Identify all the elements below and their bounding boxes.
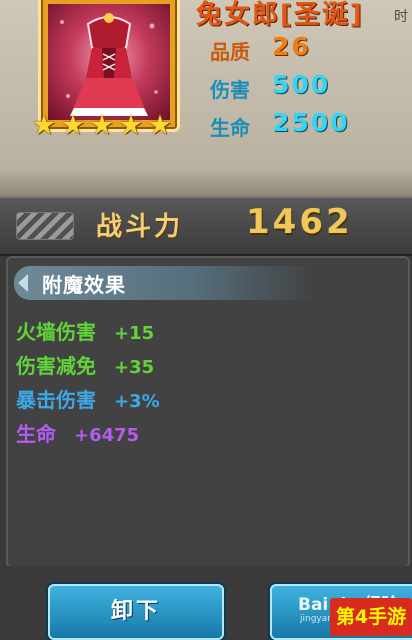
effect-value: +3% <box>114 391 160 412</box>
effect-row-crit-damage: 暴击伤害 +3% <box>16 384 160 412</box>
quality-value: 26 <box>272 32 311 61</box>
damage-value: 500 <box>272 70 331 99</box>
arrow-left-icon <box>18 274 28 292</box>
effect-value: +15 <box>114 323 155 344</box>
effect-value: +6475 <box>74 425 140 446</box>
star-icon: ★ <box>60 110 86 141</box>
star-icon: ★ <box>31 110 57 141</box>
damage-label: 伤害 <box>210 78 250 102</box>
combat-power-label: 战斗力 <box>96 212 184 242</box>
item-title: 兔女郎[圣诞] <box>196 0 364 30</box>
star-icon: ★ <box>147 110 173 141</box>
site-watermark-badge: 第4手游 <box>330 598 412 636</box>
enchant-effects-panel: 附魔效果 火墙伤害 +15 伤害减免 +35 暴击伤害 +3% 生命 +6475 <box>6 256 410 568</box>
effect-row-damage-reduction: 伤害减免 +35 <box>16 350 154 378</box>
effect-name: 暴击伤害 <box>16 388 96 412</box>
effect-name: 火墙伤害 <box>16 320 96 344</box>
effect-name: 生命 <box>16 422 56 446</box>
red-dress-icon <box>48 4 170 120</box>
quality-label: 品质 <box>210 40 250 64</box>
unequip-button[interactable]: 卸下 <box>48 584 224 640</box>
combat-power-value: 1462 <box>246 202 353 242</box>
effect-name: 伤害减免 <box>16 354 96 378</box>
combat-power-bar: 战斗力 1462 <box>0 196 412 256</box>
striped-emblem-icon <box>16 212 74 240</box>
item-info-panel: ★ ★ ★ ★ ★ 兔女郎[圣诞] 时 品质 26 伤害 500 生命 2500 <box>0 0 412 200</box>
enchant-title: 附魔效果 <box>42 273 126 297</box>
rarity-stars: ★ ★ ★ ★ ★ <box>30 112 184 142</box>
item-title-suffix: 时 <box>394 9 408 25</box>
star-icon: ★ <box>89 110 115 141</box>
enchant-header: 附魔效果 <box>14 266 314 300</box>
effect-value: +35 <box>114 357 155 378</box>
life-value: 2500 <box>272 108 350 137</box>
life-label: 生命 <box>210 116 250 140</box>
effect-row-fire-wall: 火墙伤害 +15 <box>16 316 154 344</box>
star-icon: ★ <box>118 110 144 141</box>
effect-row-life: 生命 +6475 <box>16 418 139 446</box>
